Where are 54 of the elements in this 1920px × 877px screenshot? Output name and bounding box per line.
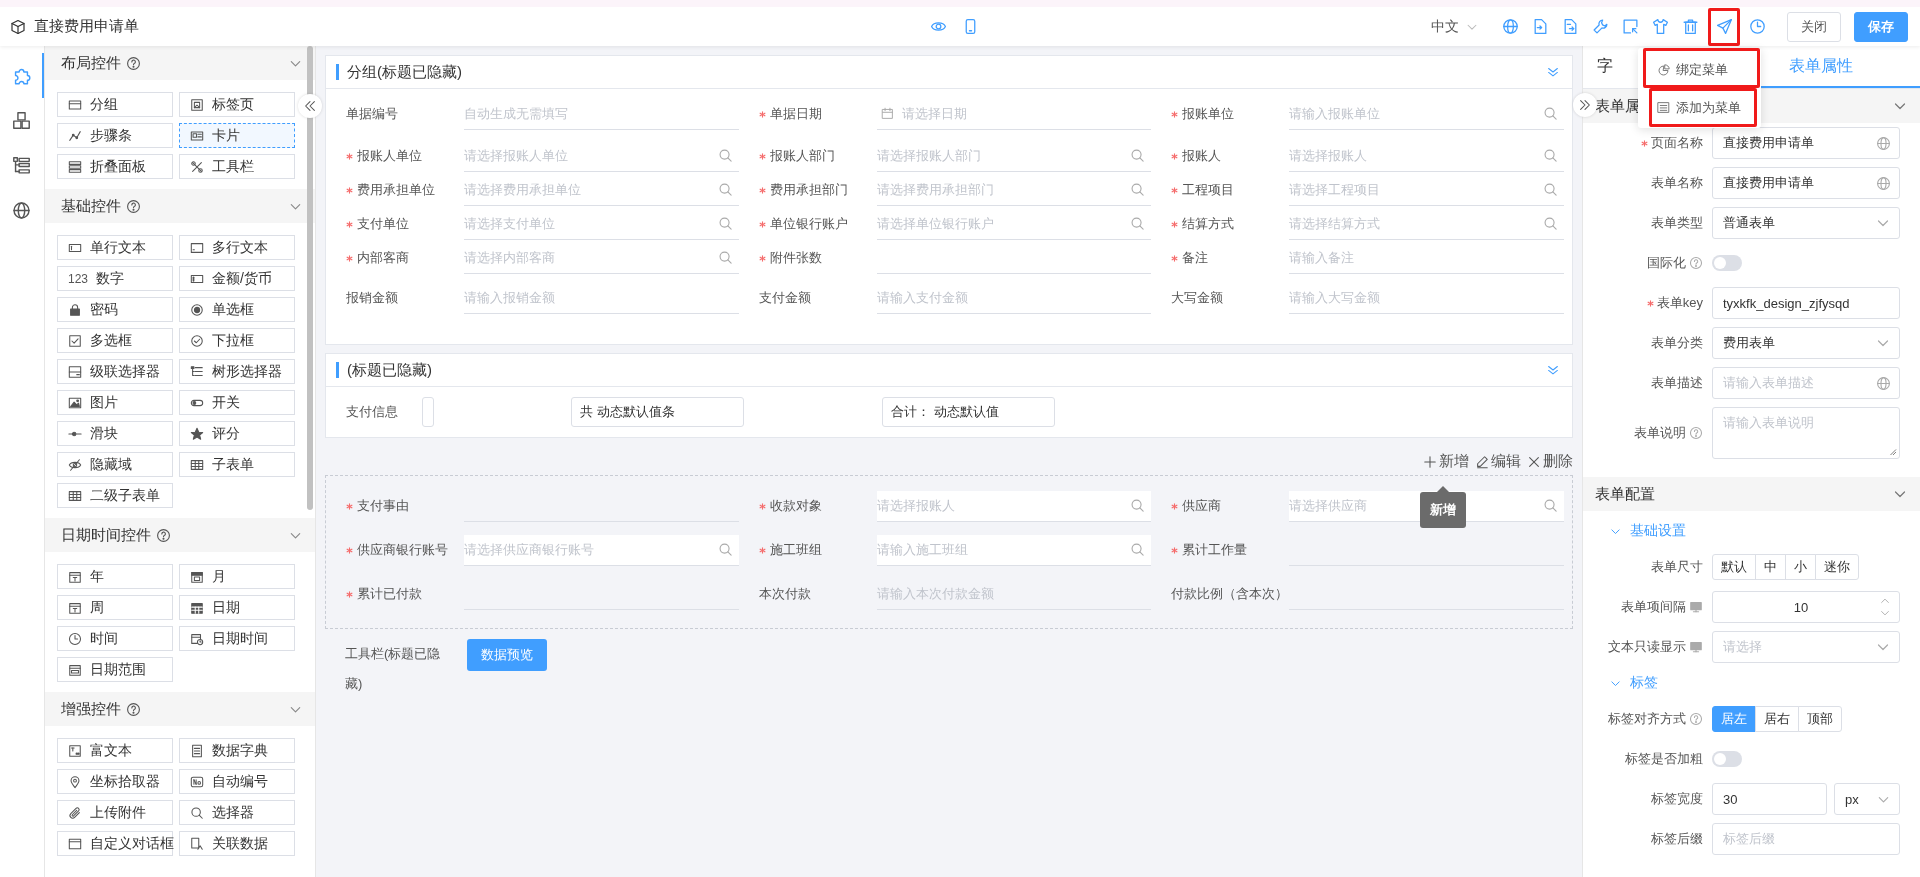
- field-label: 施工班组: [758, 541, 877, 559]
- field-label: 单据编号: [346, 105, 399, 123]
- field-label: 标签是否加粗: [1624, 750, 1703, 768]
- toolbar-label: 工具栏(标题已隐藏): [345, 645, 441, 693]
- field-label: 表单类型: [1650, 214, 1703, 232]
- field-label: 表单分类: [1650, 334, 1703, 352]
- field-label: 工程项目: [1171, 181, 1290, 199]
- summary-box: 共 动态默认值条: [571, 397, 744, 427]
- field-label: 内部客商: [346, 249, 464, 267]
- field-label: 备注: [1171, 249, 1290, 267]
- field-label: 表单说明: [1583, 424, 1703, 442]
- field-label: 费用承担部门: [758, 181, 877, 199]
- section-title: 增强控件: [61, 699, 121, 719]
- field-label: 标签宽度: [1650, 790, 1703, 808]
- field-label: 费用承担单位: [346, 181, 464, 199]
- field-label: 本次付款: [758, 585, 812, 603]
- section-title: 日期时间控件: [61, 525, 151, 545]
- field-label: 页面名称: [1583, 134, 1703, 152]
- field-label: 累计工作量: [1171, 541, 1290, 559]
- field-label: 附件张数: [758, 249, 877, 267]
- field-label: 收款对象: [758, 497, 877, 515]
- field-label: 支付金额: [758, 289, 812, 307]
- field-label: 累计已付款: [346, 585, 464, 603]
- field-label: 供应商银行账号: [346, 541, 464, 559]
- field-label: 报销金额: [346, 289, 399, 307]
- field-label: 单据日期: [758, 105, 877, 123]
- field-label: 结算方式: [1171, 215, 1290, 233]
- field-label: 表单项间隔: [1583, 598, 1703, 616]
- field-label: 标签后缀: [1650, 830, 1703, 848]
- field-label: 付款比例（含本次）: [1171, 585, 1290, 603]
- section-title: 基础控件: [61, 196, 121, 216]
- summary-box: 合计： 动态默认值: [882, 397, 1055, 427]
- field-label: 支付事由: [346, 497, 464, 515]
- field-label: 支付单位: [346, 215, 464, 233]
- page-title: 直接费用申请单: [34, 17, 139, 36]
- field-label: 文本只读显示: [1583, 638, 1703, 656]
- field-label: 报账单位: [1171, 105, 1290, 123]
- field-label: 大写金额: [1171, 289, 1225, 307]
- field-label: 表单尺寸: [1650, 558, 1703, 576]
- section-title: 布局控件: [61, 53, 121, 73]
- field-label: 表单名称: [1650, 174, 1703, 192]
- field-label: 报账人部门: [758, 147, 877, 165]
- field-label: 报账人: [1171, 147, 1290, 165]
- tooltip: 新增: [1420, 486, 1466, 528]
- field-label: 表单描述: [1650, 374, 1703, 392]
- field-label: 支付信息: [346, 403, 399, 421]
- field-label: 报账人单位: [346, 147, 464, 165]
- field-label: 国际化: [1583, 254, 1703, 272]
- field-label: 供应商: [1171, 497, 1290, 515]
- field-label: 表单key: [1583, 294, 1703, 312]
- field-label: 单位银行账户: [758, 215, 877, 233]
- field-label: 标签对齐方式: [1583, 710, 1703, 728]
- group-title: (标题已隐藏): [347, 360, 432, 380]
- group-title: 分组(标题已隐藏): [347, 62, 462, 82]
